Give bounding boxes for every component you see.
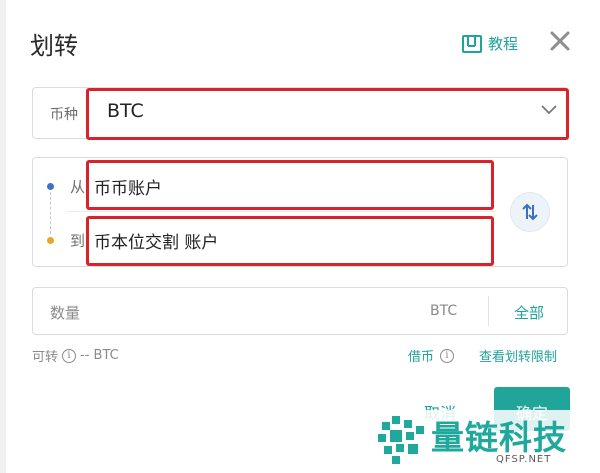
available-info: 可转 i -- BTC	[32, 346, 119, 365]
backdrop-edge	[0, 0, 6, 473]
chevron-down-icon[interactable]	[541, 105, 557, 115]
coin-select[interactable]	[88, 89, 568, 139]
tutorial-label: 教程	[488, 35, 519, 53]
route-divider	[66, 211, 496, 212]
info-icon[interactable]: i	[62, 348, 77, 363]
to-dot	[47, 237, 54, 244]
amount-divider	[488, 296, 489, 326]
watermark-site: QFSP.NET	[496, 454, 552, 465]
close-icon[interactable]	[547, 28, 573, 54]
to-account-select[interactable]: 币本位交割 账户	[94, 228, 218, 253]
borrow-label: 借币	[408, 350, 435, 365]
watermark-name: 量链科技	[431, 418, 567, 457]
amount-unit: BTC	[430, 303, 458, 319]
route-connector	[50, 192, 51, 234]
borrow-info-icon[interactable]: i	[440, 348, 455, 363]
dialog-title: 划转	[30, 32, 78, 60]
borrow-link[interactable]: 借币 i	[408, 346, 455, 365]
tutorial-link[interactable]: 教程	[462, 33, 518, 54]
coin-label: 币种	[50, 107, 78, 123]
from-account-select[interactable]: 币币账户	[94, 174, 162, 199]
available-label: 可转	[32, 350, 59, 365]
to-label: 到	[70, 232, 86, 250]
book-icon	[462, 34, 482, 53]
from-dot	[47, 183, 54, 190]
swap-accounts-button[interactable]	[510, 192, 550, 232]
available-value: -- BTC	[80, 348, 119, 363]
watermark-logo-icon	[378, 416, 424, 464]
transfer-dialog: 划转 教程 币种 BTC 从 币币账户 到 币本位交割 账户 数量 BTC 全部…	[0, 0, 600, 473]
amount-input[interactable]: 数量	[50, 302, 80, 323]
transfer-limits-link[interactable]: 查看划转限制	[479, 346, 557, 365]
swap-arrows-icon	[522, 203, 538, 221]
from-label: 从	[70, 178, 86, 196]
coin-value: BTC	[107, 100, 144, 122]
all-button[interactable]: 全部	[514, 302, 544, 323]
